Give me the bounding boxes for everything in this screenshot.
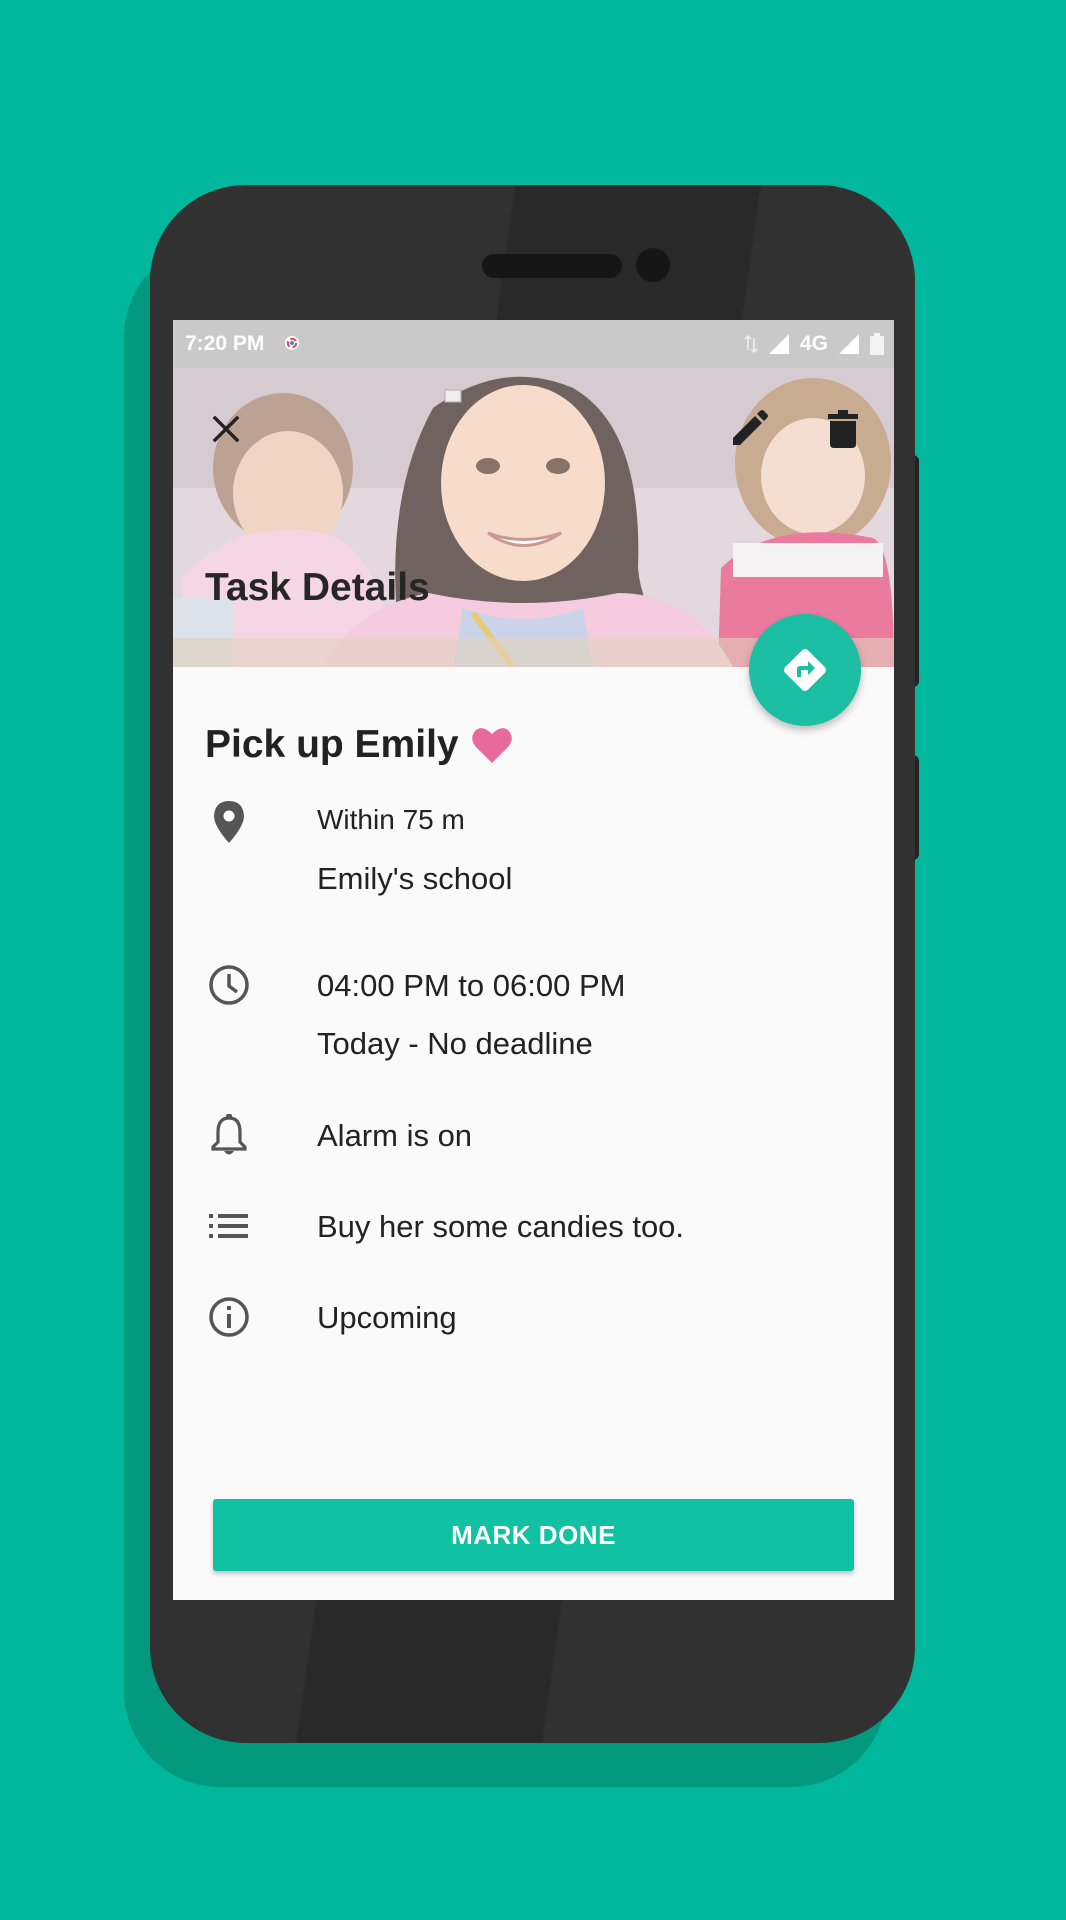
clock-icon: [209, 965, 249, 1005]
app-notification-icon: [285, 336, 299, 350]
close-icon: [212, 415, 240, 443]
location-radius: Within 75 m: [317, 804, 465, 835]
bell-icon: [211, 1114, 247, 1155]
battery-icon: [870, 333, 884, 355]
signal-icon-secondary: [839, 334, 859, 354]
data-transfer-icon: [744, 334, 758, 354]
task-title-text: Pick up Emily: [205, 723, 459, 766]
app-screen: 7:20 PM 4G Task Details Pick up Emily Wi…: [173, 320, 894, 1600]
time-row-icon: [207, 963, 251, 1007]
task-note: Buy her some candies too.: [317, 1209, 685, 1244]
directions-button[interactable]: [749, 614, 861, 726]
alarm-status: Alarm is on: [317, 1118, 473, 1153]
delete-button[interactable]: [815, 401, 871, 457]
heart-icon: [471, 728, 512, 763]
date-info: Today - No deadline: [317, 1026, 593, 1061]
mark-done-button[interactable]: MARK DONE: [213, 1499, 854, 1571]
pencil-icon: [733, 410, 768, 445]
info-icon: [209, 1297, 249, 1337]
signal-icon: [768, 334, 789, 354]
task-status: Upcoming: [317, 1300, 457, 1335]
status-bar: 7:20 PM 4G: [173, 320, 894, 368]
location-row-icon: [207, 800, 251, 844]
phone-speaker: [482, 254, 622, 278]
close-button[interactable]: [198, 401, 254, 457]
time-range: 04:00 PM to 06:00 PM: [317, 968, 626, 1003]
page-title: Task Details: [205, 566, 430, 609]
alarm-row-icon: [207, 1113, 251, 1157]
network-type: 4G: [799, 332, 828, 355]
list-icon: [209, 1214, 248, 1238]
trash-icon: [828, 410, 858, 448]
directions-icon: [784, 649, 826, 691]
status-time: 7:20 PM: [185, 332, 265, 355]
task-title: Pick up Emily: [205, 723, 513, 767]
edit-button[interactable]: [721, 401, 777, 457]
status-indicators: 4G: [744, 330, 884, 358]
location-pin-icon: [214, 801, 244, 843]
phone-camera: [636, 248, 670, 282]
status-row-icon: [207, 1295, 251, 1339]
location-name: Emily's school: [317, 861, 513, 896]
note-row-icon: [207, 1204, 251, 1248]
